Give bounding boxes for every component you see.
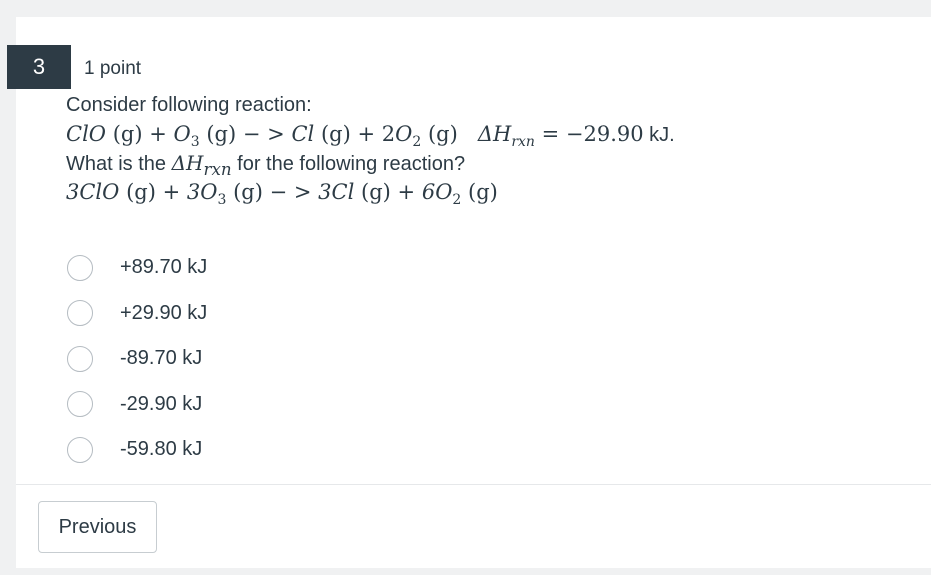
- answer-option[interactable]: -89.70 kJ: [67, 336, 207, 382]
- subscript: 2: [412, 134, 422, 151]
- reactant-clo: 3ClO: [66, 180, 120, 204]
- plus-sign: +: [357, 122, 376, 146]
- reaction-arrow: − >: [242, 122, 285, 146]
- reaction-equation-2: 3ClO (g) + 3O3 (g) − > 3Cl (g) + 6O2 (g): [66, 178, 906, 209]
- previous-button[interactable]: Previous: [38, 501, 157, 553]
- plus-sign: +: [397, 180, 416, 204]
- answer-option[interactable]: -59.80 kJ: [67, 427, 207, 473]
- reactant-o3: O: [173, 122, 191, 146]
- answer-label[interactable]: -59.80 kJ: [120, 438, 202, 461]
- state-label: (g): [126, 180, 156, 204]
- answer-label[interactable]: -29.90 kJ: [120, 393, 202, 416]
- subscript: 2: [452, 192, 462, 209]
- question-number: 3: [32, 54, 46, 79]
- prompt-text-before: What is the: [66, 153, 172, 175]
- answer-option[interactable]: -29.90 kJ: [67, 382, 207, 428]
- answer-label[interactable]: +29.90 kJ: [120, 302, 207, 325]
- question-prompt: What is the ΔHrxn for the following reac…: [66, 149, 906, 179]
- state-label: (g): [206, 122, 237, 146]
- product-cl: Cl: [291, 122, 315, 146]
- subscript: 3: [190, 134, 200, 151]
- reactant-o3: 3O: [186, 180, 218, 204]
- subscript: rxn: [203, 160, 232, 179]
- footer-divider: [16, 484, 931, 485]
- state-label: (g): [427, 122, 458, 146]
- prompt-text-after: for the following reaction?: [231, 153, 466, 175]
- radio-button[interactable]: [67, 345, 93, 372]
- subscript: 3: [217, 192, 227, 209]
- state-label: (g): [361, 180, 391, 204]
- question-intro: Consider following reaction:: [66, 94, 312, 116]
- product-o2: 6O: [421, 180, 453, 204]
- enthalpy-value: = −29.90: [541, 122, 644, 146]
- reaction-arrow: − >: [269, 180, 312, 204]
- delta-h-symbol: ΔH: [477, 122, 512, 146]
- product-cl: 3Cl: [318, 180, 355, 204]
- radio-button[interactable]: [67, 300, 93, 327]
- product-o2: O: [395, 122, 413, 146]
- reaction-equation-1: ClO (g) + O3 (g) − > Cl (g) + 2O2 (g) ΔH…: [66, 120, 906, 151]
- answer-option[interactable]: +89.70 kJ: [67, 245, 207, 291]
- state-label: (g): [468, 180, 498, 204]
- plus-sign: +: [149, 122, 167, 146]
- reactant-clo: ClO: [66, 122, 107, 146]
- answer-label[interactable]: +89.70 kJ: [120, 256, 207, 279]
- question-points: 1 point: [84, 58, 142, 79]
- answer-options: +89.70 kJ +29.90 kJ -89.70 kJ -29.90 kJ …: [67, 245, 207, 473]
- enthalpy-unit: kJ.: [643, 124, 675, 146]
- question-text: Consider following reaction: ClO (g) + O…: [66, 91, 906, 209]
- delta-h-symbol: ΔH: [171, 151, 204, 175]
- state-label: (g): [320, 122, 351, 146]
- radio-button[interactable]: [67, 254, 93, 281]
- plus-sign: +: [162, 180, 181, 204]
- state-label: (g): [233, 180, 263, 204]
- subscript: rxn: [511, 134, 535, 151]
- answer-option[interactable]: +29.90 kJ: [67, 291, 207, 337]
- radio-button[interactable]: [67, 436, 93, 463]
- state-label: (g): [112, 122, 143, 146]
- radio-button[interactable]: [67, 391, 93, 418]
- coefficient: 2: [381, 122, 396, 146]
- answer-label[interactable]: -89.70 kJ: [120, 347, 202, 370]
- question-number-badge: 3: [7, 45, 71, 89]
